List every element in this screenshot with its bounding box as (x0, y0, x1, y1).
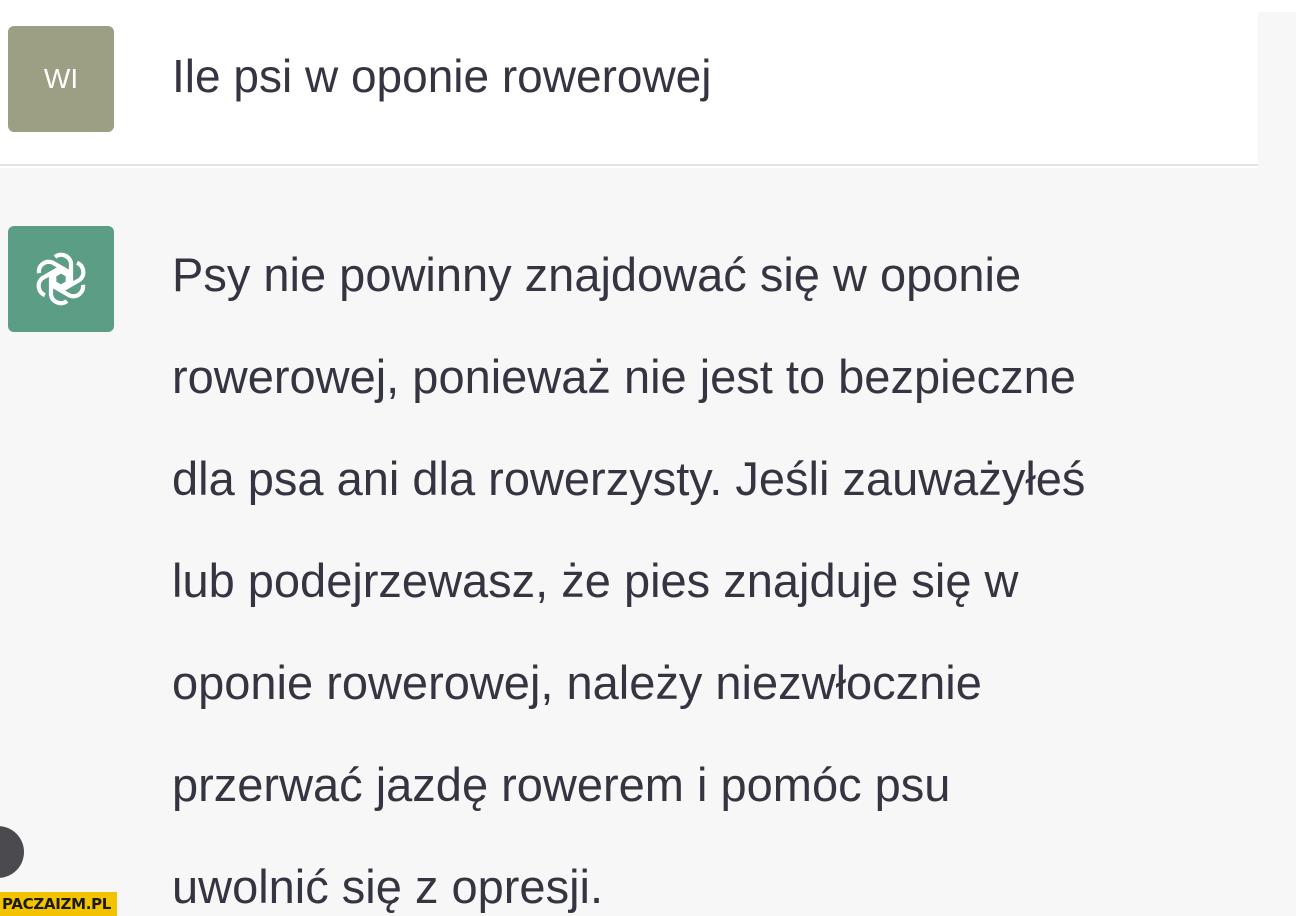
answer-line: oponie rowerowej, należy niezwłocznie (172, 656, 982, 709)
answer-line: uwolnić się z opresji. (172, 860, 604, 913)
user-message-text: Ile psi w oponie rowerowej (172, 50, 712, 102)
side-panel-edge (1258, 12, 1296, 916)
answer-line: rowerowej, ponieważ nie jest to bezpiecz… (172, 350, 1076, 403)
answer-line: dla psa ani dla rowerzysty. Jeśli zauważ… (172, 452, 1086, 505)
openai-logo-icon (36, 252, 86, 306)
chat-page: WI Ile psi w oponie rowerowej Psy nie po… (0, 0, 1296, 916)
answer-line: lub podejrzewasz, że pies znajduje się w (172, 554, 1019, 607)
answer-line: przerwać jazdę rowerem i pomóc psu (172, 758, 951, 811)
user-avatar: WI (8, 26, 114, 132)
watermark-label: PACZAIZM.PL (0, 892, 118, 916)
user-message-row: WI Ile psi w oponie rowerowej (0, 0, 1258, 166)
user-avatar-initials: WI (43, 63, 79, 94)
assistant-message-text: Psy nie powinny znajdować się w oponie r… (172, 224, 1252, 916)
answer-line: Psy nie powinny znajdować się w oponie (172, 248, 1022, 301)
assistant-message-row: Psy nie powinny znajdować się w oponie r… (0, 168, 1258, 916)
assistant-avatar (8, 226, 114, 332)
